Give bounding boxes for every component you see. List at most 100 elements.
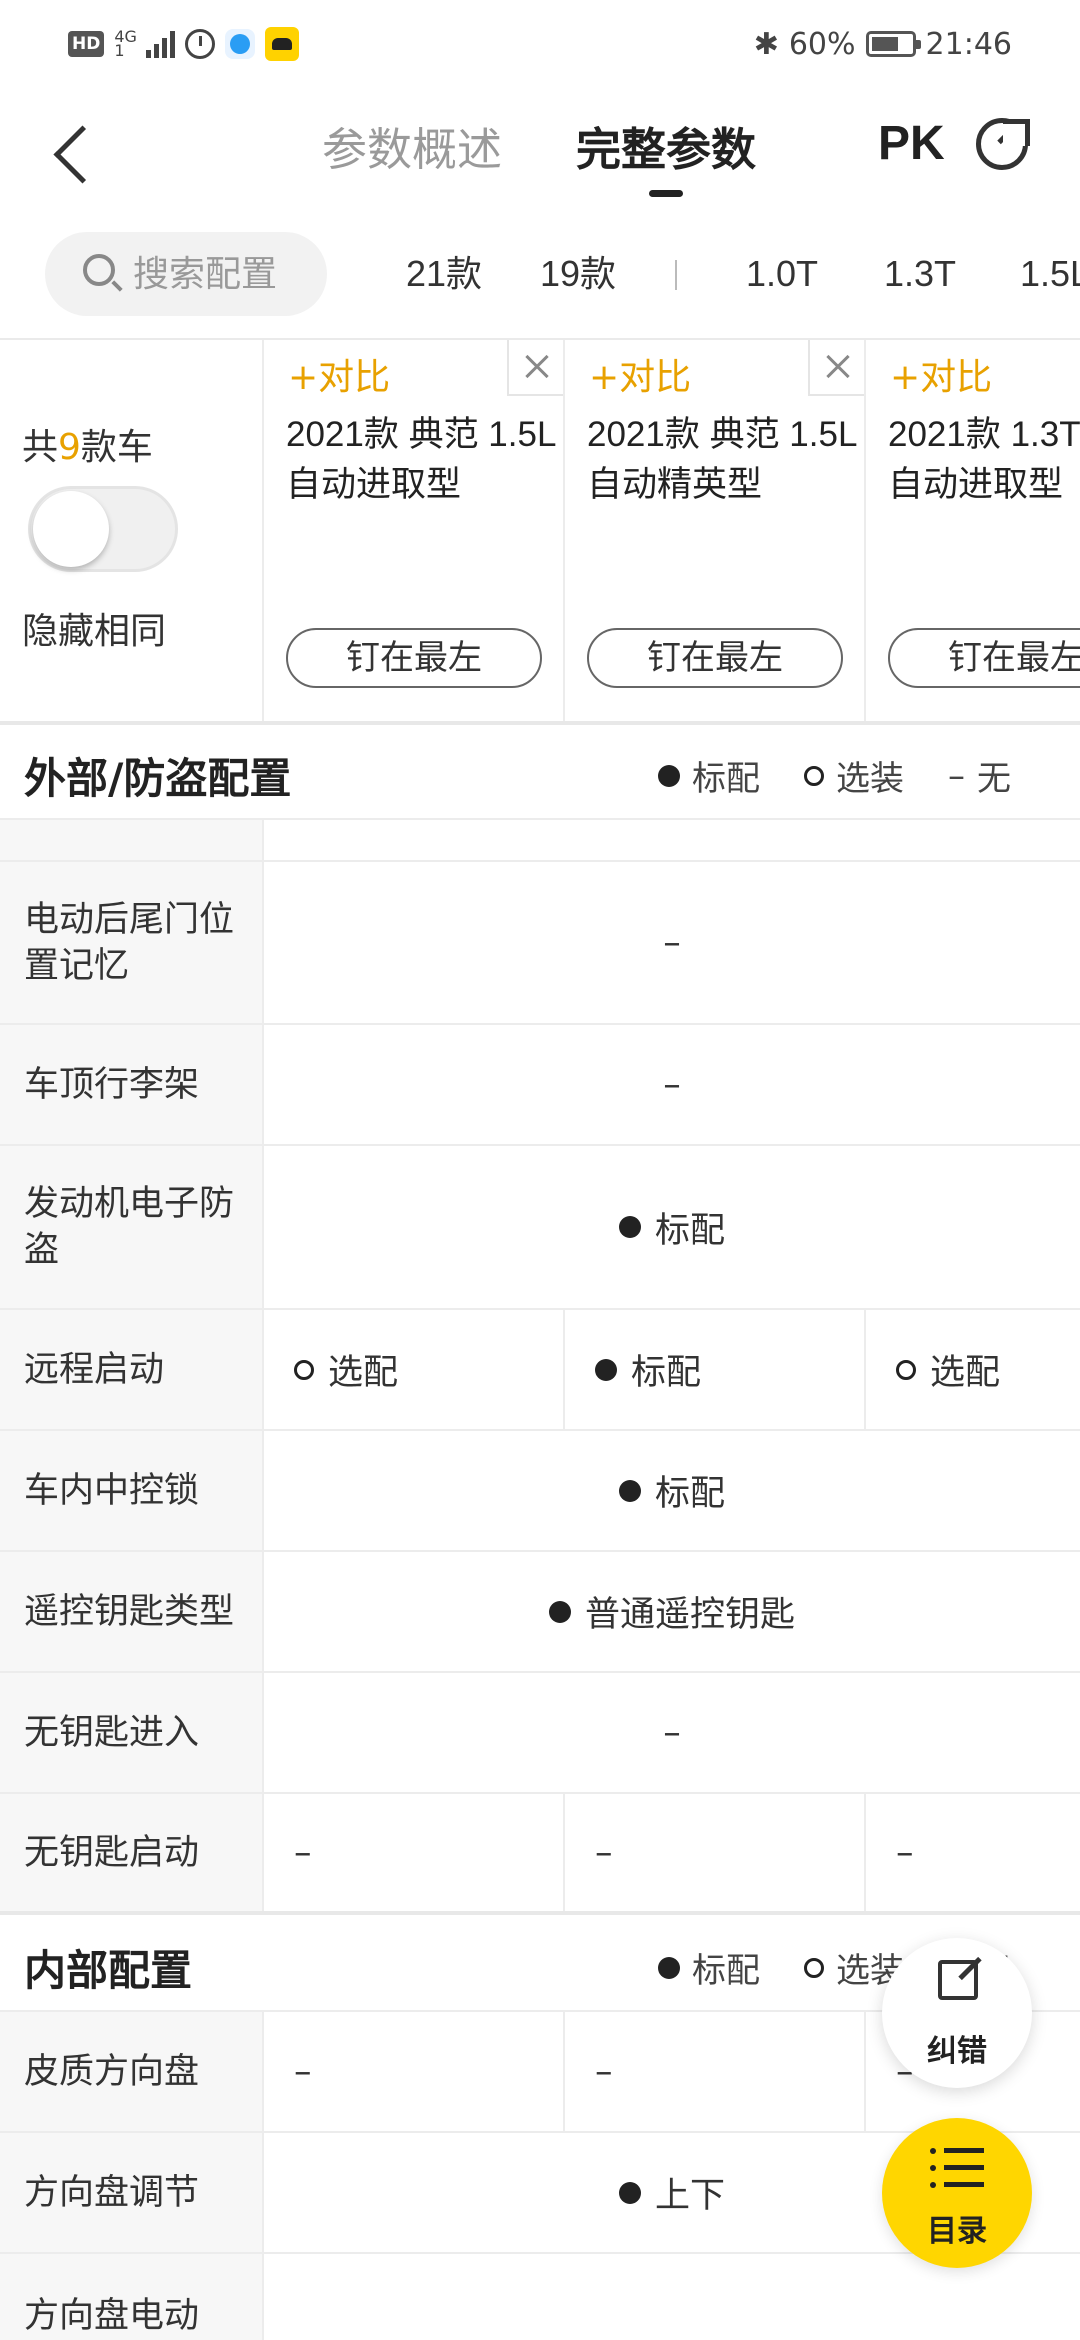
status-left: HD 4G 1: [68, 24, 300, 64]
tab-indicator: [649, 190, 683, 197]
dash-icon: –: [948, 755, 965, 796]
list-icon: [930, 2148, 984, 2190]
row-label: 方向盘调节: [0, 2133, 264, 2252]
signal-icon: [146, 30, 176, 58]
row-label: [0, 820, 264, 860]
pin-left-button[interactable]: 钉在最左: [286, 628, 542, 688]
toggle-knob: [33, 491, 109, 567]
search-input[interactable]: [133, 244, 313, 304]
battery-icon: [865, 31, 921, 57]
add-compare-button[interactable]: +对比: [589, 348, 691, 400]
network-type: 4G 1: [114, 27, 137, 60]
car-count-panel: 共9款车 隐藏相同: [0, 340, 264, 721]
table-row: 无钥匙启动 – – –: [0, 1794, 1080, 1915]
car-app-icon: [265, 27, 300, 61]
filled-dot-icon: [618, 2181, 641, 2204]
pin-left-button[interactable]: 钉在最左: [587, 628, 843, 688]
legend: 标配 选装 –无: [658, 751, 1055, 800]
row-label: 电动后尾门位置记忆: [0, 862, 264, 1023]
table-row: 发动机电子防盗 标配: [0, 1146, 1080, 1310]
status-right: ✱ 60% 21:46: [754, 24, 1012, 64]
car-column: +对比 2021款 典范 1.5L 自动精英型 钉在最左: [565, 340, 866, 721]
edit-icon: [938, 1960, 978, 2000]
row-label: 方向盘电动: [0, 2254, 264, 2340]
hide-same-label: 隐藏相同: [22, 611, 167, 652]
row-value: 标配: [264, 1146, 1080, 1308]
filled-dot-icon: [548, 1600, 571, 1623]
row-cell: –: [264, 1794, 565, 1911]
filled-dot-icon: [658, 764, 680, 787]
ring-dot-icon: [804, 765, 824, 786]
legend-optional: 选装: [804, 751, 904, 800]
tab-overview[interactable]: 参数概述: [322, 120, 502, 180]
filter-chip-1-5l[interactable]: 1.5L: [1020, 250, 1080, 298]
report-error-label: 纠错: [927, 2034, 987, 2069]
row-cell: –: [896, 1832, 914, 1873]
clock: 21:46: [925, 26, 1012, 62]
battery-percent: 60%: [788, 26, 856, 62]
bluetooth-icon: ✱: [753, 26, 779, 62]
legend-standard: 标配: [658, 1943, 760, 1992]
car-name: 2021款 典范 1.5L 自动进取型: [286, 415, 556, 504]
hide-same-toggle[interactable]: [28, 486, 178, 572]
catalog-label: 目录: [927, 2214, 987, 2249]
filter-chip-1-3t[interactable]: 1.3T: [884, 250, 956, 298]
app-notification-icon: [225, 29, 256, 59]
row-value: –: [663, 1064, 681, 1105]
filter-chip-21[interactable]: 21款: [406, 250, 482, 298]
table-row: 方向盘电动: [0, 2254, 1080, 2340]
row-label: 遥控钥匙类型: [0, 1552, 264, 1671]
table-row: 车顶行李架 –: [0, 1025, 1080, 1146]
row-value: –: [663, 922, 681, 963]
catalog-button[interactable]: 目录: [882, 2118, 1032, 2268]
filled-dot-icon: [595, 1358, 617, 1381]
row-value: –: [663, 1712, 681, 1753]
car-column: +对比 2021款 1.3T 轻混 自动进取型 钉在最左: [866, 340, 1080, 721]
row-label: 无钥匙进入: [0, 1673, 264, 1792]
search-icon: [83, 254, 115, 286]
car-compare-header: 共9款车 隐藏相同 +对比 2021款 典范 1.5L 自动进取型 钉在最左 +…: [0, 340, 1080, 725]
row-value: 标配: [264, 1431, 1080, 1550]
car-count: 共9款车: [22, 427, 153, 468]
row-label: 皮质方向盘: [0, 2012, 264, 2131]
add-compare-button[interactable]: +对比: [890, 348, 992, 400]
row-value: 普通遥控钥匙: [264, 1552, 1080, 1671]
car-name: 2021款 1.3T 轻混 自动进取型: [888, 415, 1080, 504]
report-error-button[interactable]: 纠错: [882, 1938, 1032, 2088]
row-cell: –: [565, 2012, 866, 2131]
filled-dot-icon: [618, 1479, 641, 1502]
table-row: 电动后尾门位置记忆 –: [0, 862, 1080, 1025]
add-compare-button[interactable]: +对比: [288, 348, 390, 400]
row-label: 车顶行李架: [0, 1025, 264, 1144]
row-label: 远程启动: [0, 1310, 264, 1429]
pk-button[interactable]: PK: [878, 114, 945, 174]
table-row: 无钥匙进入 –: [0, 1673, 1080, 1794]
legend-standard: 标配: [658, 751, 760, 800]
share-icon[interactable]: [976, 118, 1030, 170]
back-button[interactable]: [44, 120, 104, 190]
row-cell: 选配: [264, 1310, 565, 1429]
close-icon[interactable]: [808, 340, 864, 396]
pin-left-button[interactable]: 钉在最左: [888, 628, 1080, 688]
section-header-exterior: 外部/防盗配置 标配 选装 – 无: [0, 725, 1080, 820]
ring-dot-icon: [896, 1359, 916, 1380]
filter-chip-19[interactable]: 19款: [540, 250, 616, 298]
section-title: 外部/防盗配置: [24, 754, 292, 803]
filled-dot-icon: [618, 1216, 641, 1238]
close-icon[interactable]: [507, 340, 563, 396]
status-bar: HD 4G 1 ✱ 60% 21:46: [0, 0, 1080, 90]
filled-dot-icon: [658, 1956, 680, 1979]
filter-chip-1-0t[interactable]: 1.0T: [746, 250, 818, 298]
nav-header: 参数概述 完整参数 PK: [0, 90, 1080, 230]
row-label: 车内中控锁: [0, 1431, 264, 1550]
row-cell: –: [264, 2012, 565, 2131]
search-box[interactable]: [45, 232, 327, 316]
section-title: 内部配置: [24, 1946, 193, 1995]
row-label: 无钥匙启动: [0, 1794, 264, 1911]
tab-full-params[interactable]: 完整参数: [576, 120, 756, 180]
row-label: 发动机电子防盗: [0, 1146, 264, 1308]
ring-dot-icon: [804, 1957, 824, 1978]
table-row: 远程启动 选配 标配 选配: [0, 1310, 1080, 1431]
hd-icon: HD: [68, 31, 105, 57]
row-cell: –: [565, 1794, 866, 1911]
